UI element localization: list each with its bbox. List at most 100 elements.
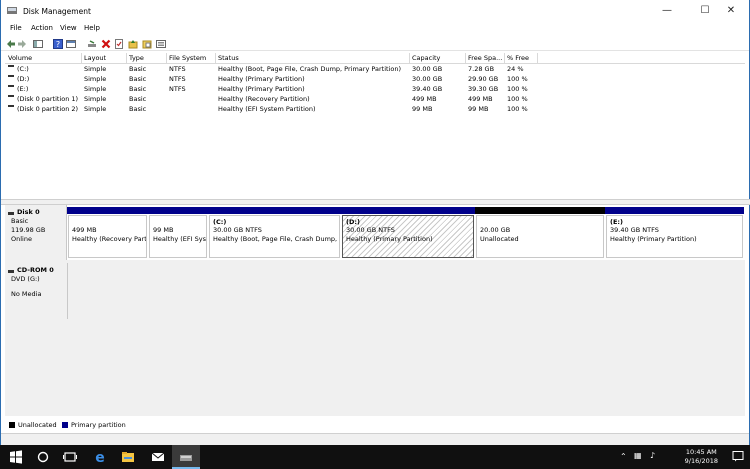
legend: Unallocated Primary partition <box>5 418 745 432</box>
volume-type: Basic <box>129 85 147 93</box>
notifications-icon[interactable] <box>732 450 744 462</box>
system-clock[interactable]: 10:45 AM 9/16/2018 <box>685 448 718 466</box>
network-icon[interactable]: ▦ <box>634 451 642 460</box>
column-header-status[interactable]: Status <box>218 54 239 62</box>
search-icon[interactable] <box>35 449 51 465</box>
partition-recovery[interactable]: 499 MB Healthy (Recovery Parti <box>67 207 148 259</box>
folder-up-icon[interactable] <box>128 39 138 49</box>
volume-row[interactable]: (C:) Simple Basic NTFS Healthy (Boot, Pa… <box>5 64 745 74</box>
close-button[interactable]: ✕ <box>713 0 749 22</box>
volume-row[interactable]: (D:) Simple Basic NTFS Healthy (Primary … <box>5 74 745 84</box>
windows-start-icon[interactable] <box>8 449 24 465</box>
partition-status: Healthy (Recovery Parti <box>72 235 147 243</box>
menu-bar: File Action View Help <box>1 22 749 36</box>
connect-disk-icon[interactable] <box>87 39 97 49</box>
primary-partition-bar <box>605 207 744 214</box>
volume-row[interactable]: (Disk 0 partition 1) Simple Basic Health… <box>5 94 745 104</box>
disk-0-label[interactable]: Disk 0 Basic 119.98 GB Online <box>5 205 67 260</box>
partition-size: 39.40 GB NTFS <box>610 226 659 234</box>
partition-c[interactable]: (C:) 30.00 GB NTFS Healthy (Boot, Page F… <box>208 207 341 259</box>
volume-status: Healthy (EFI System Partition) <box>218 105 316 113</box>
minimize-button[interactable]: — <box>649 0 685 22</box>
menu-view[interactable]: View <box>60 24 77 32</box>
cdrom-0-label[interactable]: CD-ROM 0 DVD (G:) No Media <box>5 263 68 319</box>
volume-percent-free: 100 % <box>507 95 528 103</box>
forward-arrow-icon[interactable] <box>17 39 27 49</box>
delete-icon[interactable] <box>101 39 111 49</box>
volume-name: (C:) <box>17 65 29 73</box>
volume-icon[interactable]: ♪ <box>650 451 655 460</box>
partition-status: Healthy (Primary Partition) <box>346 235 433 243</box>
partition-title: (C:) <box>213 218 227 226</box>
graphical-view: Disk 0 Basic 119.98 GB Online 499 MB Hea… <box>5 205 745 416</box>
chevron-up-icon[interactable]: ⌃ <box>620 452 627 461</box>
clock-date: 9/16/2018 <box>684 457 718 465</box>
volume-row[interactable]: (E:) Simple Basic NTFS Healthy (Primary … <box>5 84 745 94</box>
task-view-icon[interactable] <box>62 449 78 465</box>
partition-size: 30.00 GB NTFS <box>213 226 262 234</box>
partition-status: Unallocated <box>480 235 519 243</box>
volume-capacity: 30.00 GB <box>412 65 443 73</box>
partition-d-selected[interactable]: (D:) 30.00 GB NTFS Healthy (Primary Part… <box>341 207 475 259</box>
show-hide-console-tree-icon[interactable] <box>33 39 43 49</box>
volume-status: Healthy (Boot, Page File, Crash Dump, Pr… <box>218 65 401 73</box>
toolbar: ? <box>1 37 749 51</box>
column-header-capacity[interactable]: Capacity <box>412 54 440 62</box>
volume-row[interactable]: (Disk 0 partition 2) Simple Basic Health… <box>5 104 745 114</box>
unallocated-swatch <box>9 422 15 428</box>
drive-icon <box>8 105 14 107</box>
primary-partition-bar <box>148 207 208 214</box>
partition-unallocated[interactable]: 20.00 GB Unallocated <box>475 207 605 259</box>
volume-capacity: 499 MB <box>412 95 437 103</box>
menu-help[interactable]: Help <box>84 24 100 32</box>
partition-size: 499 MB <box>72 226 97 234</box>
column-header-type[interactable]: Type <box>129 54 144 62</box>
title-bar[interactable]: Disk Management — ☐ ✕ <box>1 0 749 22</box>
volume-free-space: 499 MB <box>468 95 493 103</box>
column-header-file-system[interactable]: File System <box>169 54 206 62</box>
volume-name: (Disk 0 partition 2) <box>17 105 79 113</box>
menu-file[interactable]: File <box>10 24 22 32</box>
list-view-icon[interactable] <box>156 39 166 49</box>
volume-percent-free: 100 % <box>507 75 528 83</box>
disk-management-app-icon <box>7 7 17 14</box>
column-header-free-space[interactable]: Free Spa... <box>468 54 502 62</box>
column-header-volume[interactable]: Volume <box>8 54 32 62</box>
edge-icon[interactable]: e <box>92 449 108 465</box>
menu-action[interactable]: Action <box>31 24 53 32</box>
svg-text:?: ? <box>56 40 60 49</box>
volume-layout: Simple <box>84 85 107 93</box>
properties-icon[interactable] <box>66 39 76 49</box>
column-header-percent-free[interactable]: % Free <box>507 54 529 62</box>
check-properties-icon[interactable] <box>114 39 124 49</box>
folder-open-icon[interactable] <box>142 39 152 49</box>
mail-icon[interactable] <box>150 449 166 465</box>
volume-free-space: 39.30 GB <box>468 85 499 93</box>
cdrom-icon <box>8 267 14 275</box>
volume-layout: Simple <box>84 95 107 103</box>
volume-layout: Simple <box>84 65 107 73</box>
partition-size: 99 MB <box>153 226 174 234</box>
drive-icon <box>8 65 14 67</box>
file-explorer-icon[interactable] <box>120 449 136 465</box>
volume-file-system: NTFS <box>169 65 186 73</box>
volume-percent-free: 100 % <box>507 85 528 93</box>
volume-capacity: 99 MB <box>412 105 433 113</box>
volume-capacity: 30.00 GB <box>412 75 443 83</box>
disk-0-row: Disk 0 Basic 119.98 GB Online 499 MB Hea… <box>5 205 745 260</box>
disk-size: 119.98 GB <box>11 226 46 234</box>
column-header-layout[interactable]: Layout <box>84 54 106 62</box>
partition-title: (D:) <box>346 218 360 226</box>
cdrom-name: CD-ROM 0 <box>17 266 54 274</box>
partition-efi[interactable]: 99 MB Healthy (EFI Syst <box>148 207 208 259</box>
svg-text:e: e <box>95 450 105 465</box>
disk-management-icon[interactable] <box>178 449 194 465</box>
volume-layout: Simple <box>84 105 107 113</box>
back-arrow-icon[interactable] <box>6 39 16 49</box>
volume-type: Basic <box>129 105 147 113</box>
help-icon[interactable]: ? <box>53 39 63 49</box>
volume-free-space: 99 MB <box>468 105 489 113</box>
partition-e[interactable]: (E:) 39.40 GB NTFS Healthy (Primary Part… <box>605 207 744 259</box>
volume-type: Basic <box>129 75 147 83</box>
volume-name: (Disk 0 partition 1) <box>17 95 79 103</box>
